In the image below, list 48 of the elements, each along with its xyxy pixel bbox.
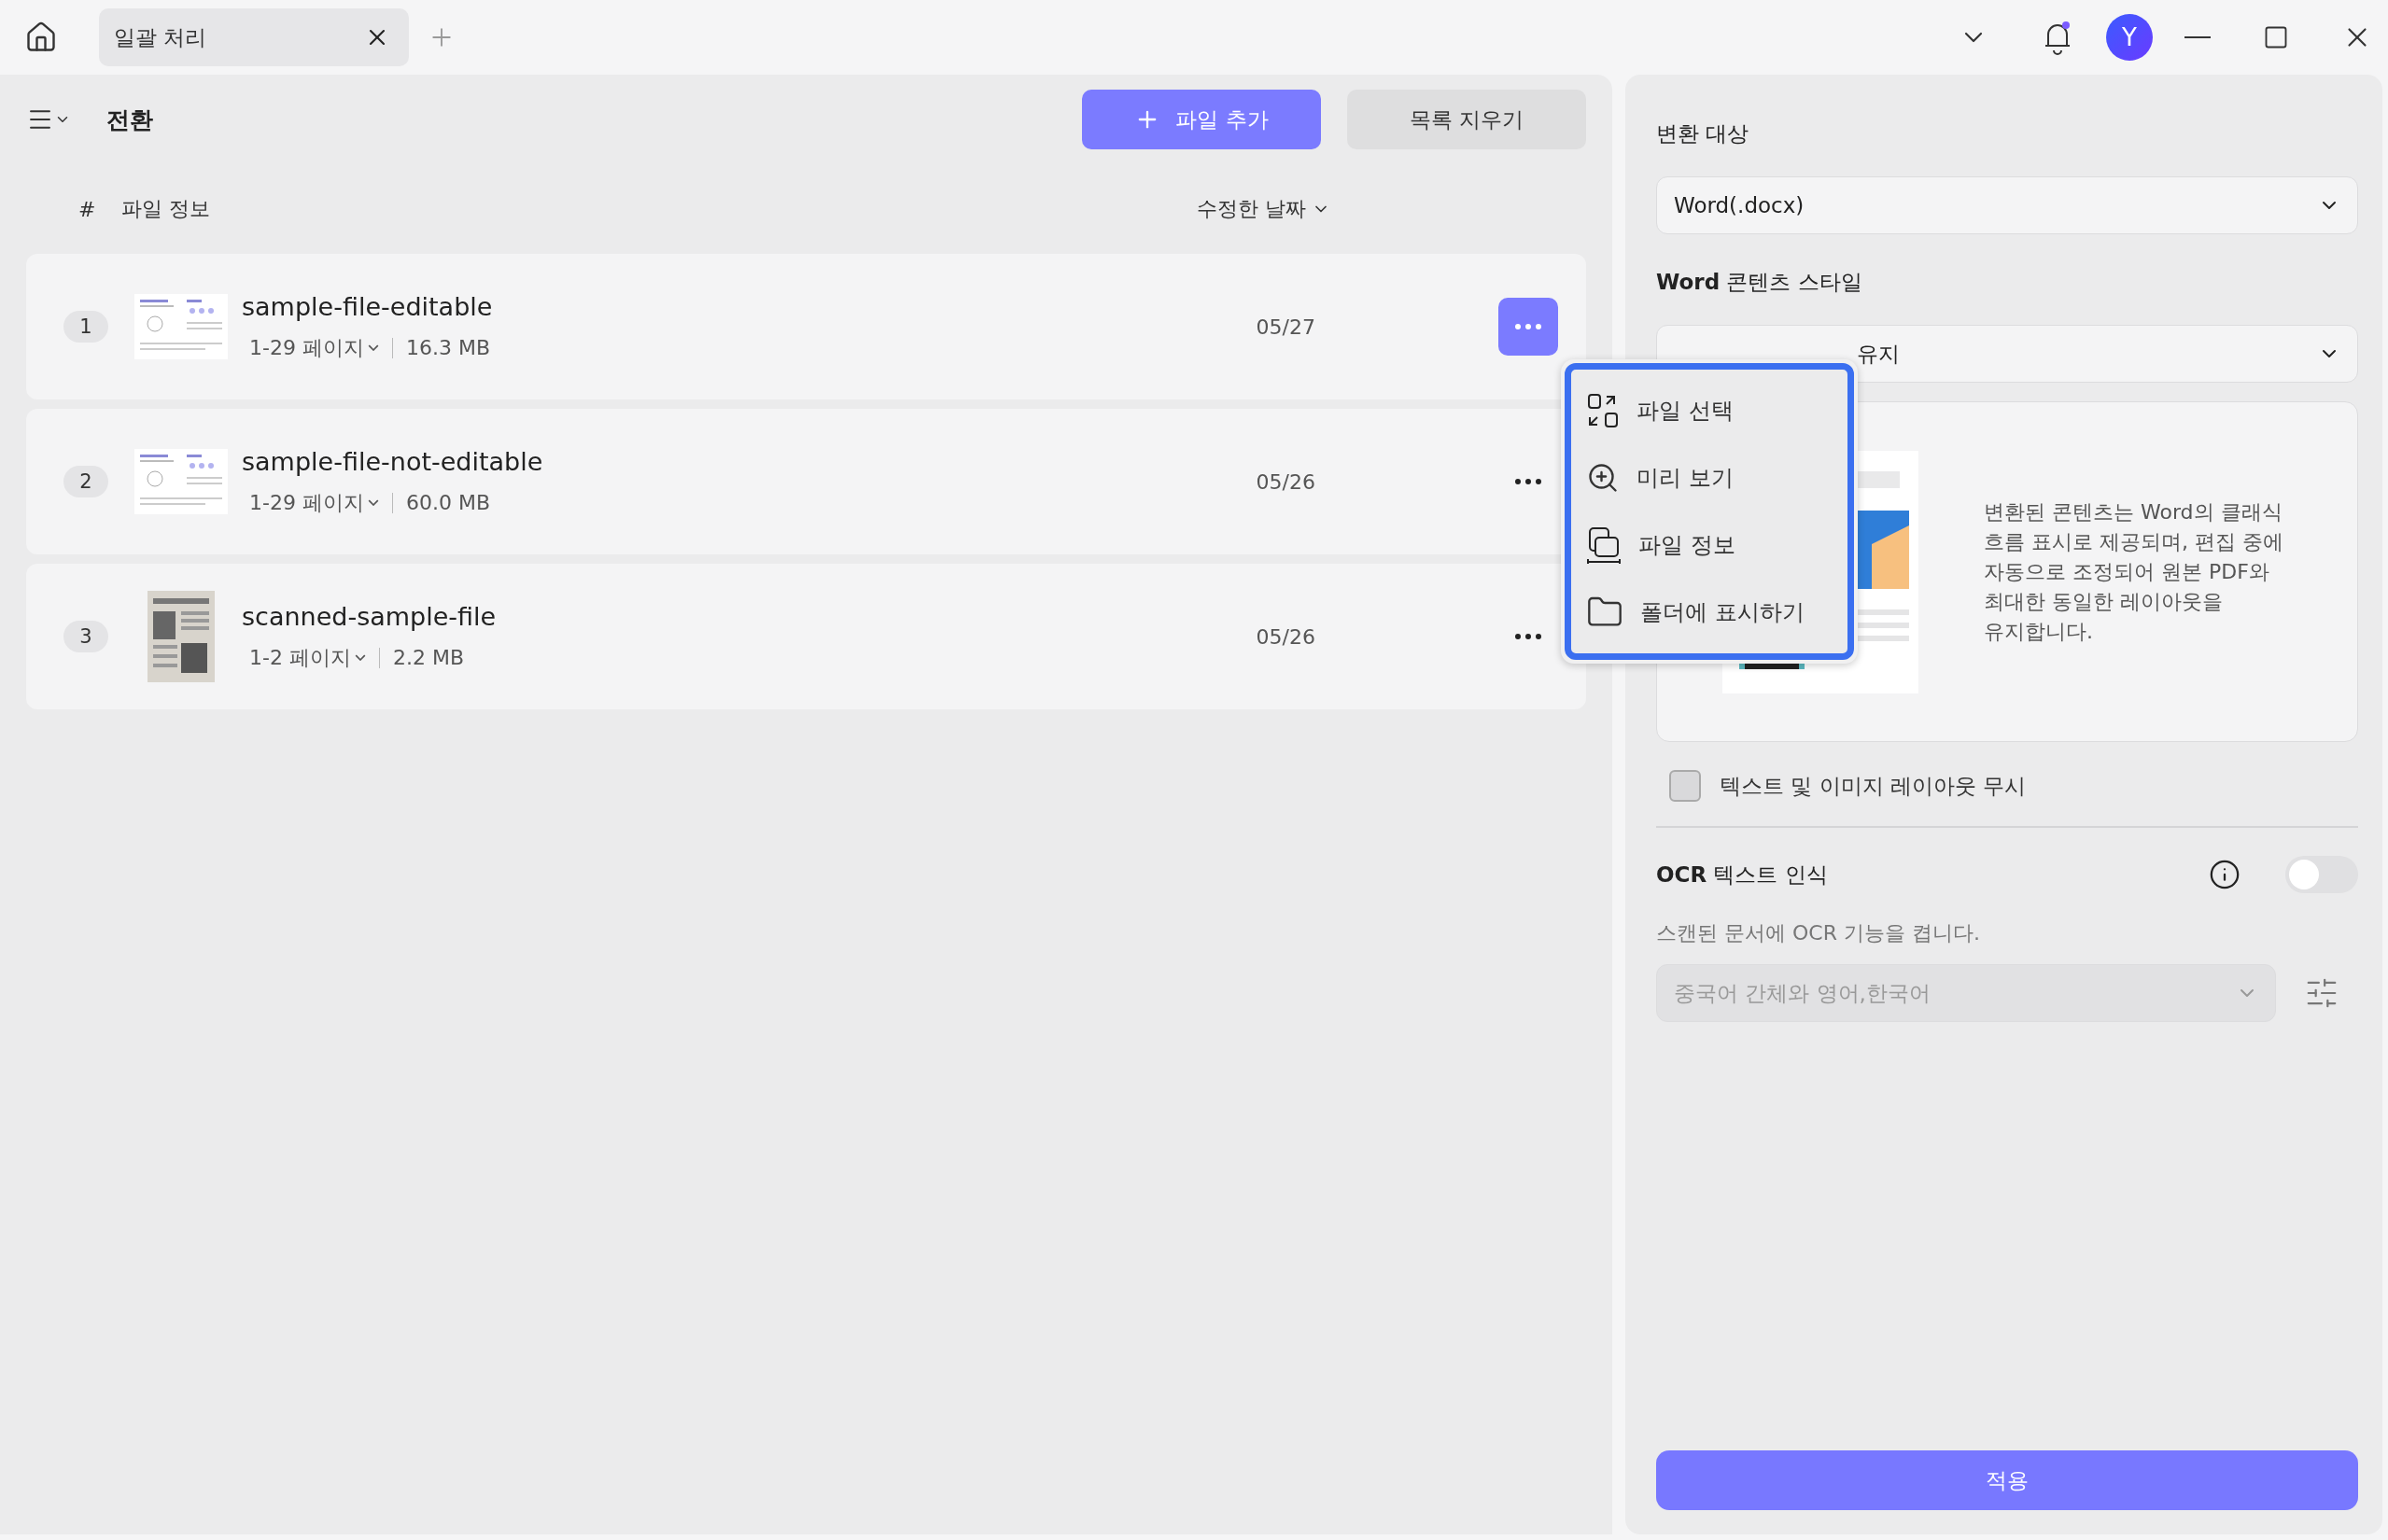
more-icon bbox=[1515, 479, 1541, 484]
row-number: 2 bbox=[63, 466, 108, 497]
tab-title: 일괄 처리 bbox=[114, 23, 207, 51]
modified-date: 05/26 bbox=[1256, 624, 1315, 649]
format-dropdown[interactable]: Word(.docx) bbox=[1656, 176, 2358, 234]
file-name: sample-file-editable bbox=[242, 291, 494, 321]
chevron-down-icon bbox=[367, 498, 379, 507]
info-icon[interactable] bbox=[2209, 859, 2241, 890]
file-row[interactable]: 3 scanned-sample-file 1-2 페이지 2.2 MB 05/26 bbox=[26, 564, 1586, 709]
page-range-dropdown[interactable]: 1-2 페이지 bbox=[249, 643, 366, 672]
home-icon bbox=[24, 21, 58, 54]
zoom-in-icon bbox=[1586, 461, 1620, 495]
file-size: 16.3 MB bbox=[405, 336, 490, 359]
swap-files-icon bbox=[1586, 393, 1620, 428]
page-title: 전환 bbox=[106, 105, 153, 135]
file-size: 2.2 MB bbox=[392, 646, 464, 669]
ocr-label: OCR 텍스트 인식 bbox=[1656, 861, 1829, 889]
file-row[interactable]: 1 sample-file-editable 1-29 페이지 16.3 MB 05/27 bbox=[26, 254, 1586, 399]
more-button[interactable] bbox=[1498, 298, 1558, 356]
chevron-down-icon bbox=[367, 343, 379, 352]
sort-date-button[interactable]: 수정한 날짜 bbox=[1191, 194, 1336, 224]
file-name: sample-file-not-editable bbox=[242, 446, 544, 476]
ocr-description: 스캔된 문서에 OCR 기능을 켭니다. bbox=[1656, 920, 1981, 946]
maximize-icon bbox=[2263, 24, 2289, 50]
row-number: 3 bbox=[63, 621, 108, 652]
page-range-dropdown[interactable]: 1-29 페이지 bbox=[249, 333, 379, 362]
clear-list-button[interactable]: 목록 지우기 bbox=[1347, 90, 1586, 149]
style-description: 변환된 콘텐츠는 Word의 클래식 흐름 표시로 제공되며, 편집 중에 자동으로 조정되어 원본 PDF와 최대한 동일한 레이아웃을 유지합니다. bbox=[1984, 498, 2284, 645]
section-label: 변환 대상 bbox=[1656, 120, 1750, 147]
more-icon bbox=[1515, 634, 1541, 639]
file-size: 60.0 MB bbox=[405, 491, 490, 514]
stacked-pages-icon bbox=[1586, 526, 1622, 564]
checkbox[interactable] bbox=[1669, 770, 1701, 802]
page-range-dropdown[interactable]: 1-29 페이지 bbox=[249, 488, 379, 517]
modified-date: 05/26 bbox=[1256, 469, 1315, 494]
section-label: Word 콘텐츠 스타일 bbox=[1656, 269, 1863, 296]
user-avatar[interactable]: Y bbox=[2106, 14, 2153, 61]
more-icon bbox=[1515, 324, 1541, 329]
checkbox-label: 텍스트 및 이미지 레이아웃 무시 bbox=[1720, 772, 2027, 800]
row-number: 1 bbox=[63, 311, 108, 343]
file-name: scanned-sample-file bbox=[242, 601, 498, 631]
chevron-down-icon bbox=[354, 653, 366, 662]
document-tab[interactable]: 일괄 처리 bbox=[99, 8, 409, 66]
column-header: 파일 정보 bbox=[121, 197, 210, 220]
column-header: # bbox=[78, 197, 97, 221]
apply-button[interactable]: 적용 bbox=[1656, 1450, 2358, 1510]
modified-date: 05/27 bbox=[1256, 315, 1315, 339]
minimize-icon bbox=[2184, 36, 2211, 38]
